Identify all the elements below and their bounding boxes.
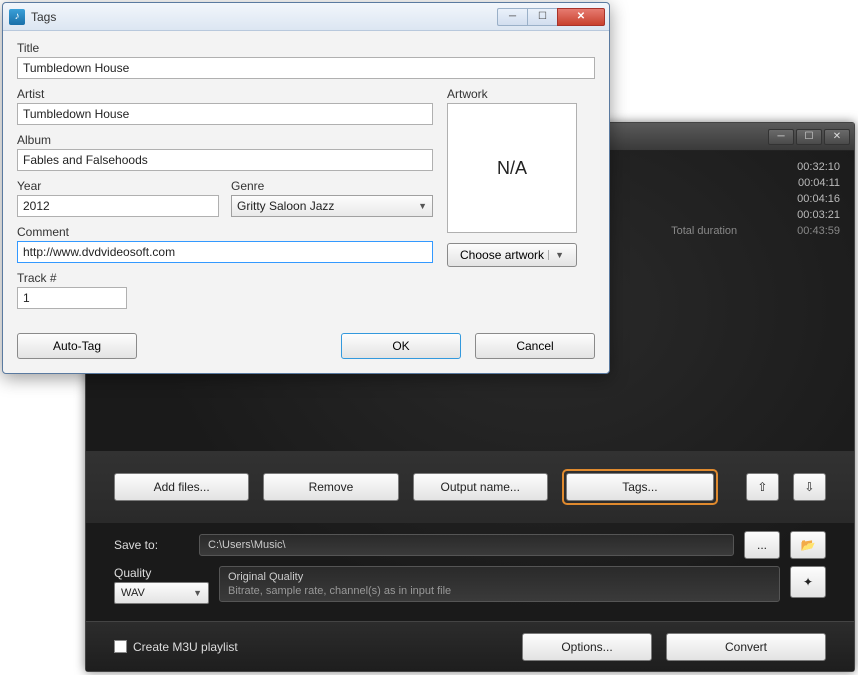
year-input[interactable] xyxy=(17,195,219,217)
wand-icon: ✦ xyxy=(803,575,813,589)
genre-label: Genre xyxy=(231,179,433,193)
main-maximize-button[interactable]: ☐ xyxy=(796,129,822,145)
browse-button[interactable]: ... xyxy=(744,531,780,559)
quality-row: Quality WAV ▼ Original Quality Bitrate, … xyxy=(114,566,826,604)
album-label: Album xyxy=(17,133,433,147)
artwork-preview: N/A xyxy=(447,103,577,233)
quality-description[interactable]: Original Quality Bitrate, sample rate, c… xyxy=(219,566,780,602)
create-playlist-label: Create M3U playlist xyxy=(133,640,238,654)
save-to-label: Save to: xyxy=(114,538,189,552)
output-name-button[interactable]: Output name... xyxy=(413,473,548,501)
ok-button[interactable]: OK xyxy=(341,333,461,359)
add-files-button[interactable]: Add files... xyxy=(114,473,249,501)
title-label: Title xyxy=(17,41,595,55)
quality-format-value: WAV xyxy=(121,587,145,599)
choose-artwork-label: Choose artwork xyxy=(460,248,544,262)
create-playlist-checkbox[interactable]: Create M3U playlist xyxy=(114,640,508,654)
genre-select[interactable]: Gritty Saloon Jazz ▼ xyxy=(231,195,433,217)
artist-input[interactable] xyxy=(17,103,433,125)
track-label: Track # xyxy=(17,271,433,285)
track-duration: 00:04:11 xyxy=(671,175,840,191)
track-duration: 00:04:16 xyxy=(671,191,840,207)
remove-button[interactable]: Remove xyxy=(263,473,398,501)
track-duration: 00:03:21 xyxy=(671,207,840,223)
dialog-close-button[interactable]: ✕ xyxy=(557,8,605,26)
move-down-button[interactable]: ⇩ xyxy=(793,473,826,501)
quality-title: Original Quality xyxy=(228,570,771,584)
save-to-input[interactable]: C:\Users\Music\ xyxy=(199,534,734,556)
move-up-button[interactable]: ⇧ xyxy=(746,473,779,501)
track-input[interactable] xyxy=(17,287,127,309)
dialog-footer: Auto-Tag OK Cancel xyxy=(17,333,595,359)
choose-artwork-button[interactable]: Choose artwork ▼ xyxy=(447,243,577,267)
cancel-button[interactable]: Cancel xyxy=(475,333,595,359)
quality-label: Quality xyxy=(114,566,209,580)
main-minimize-button[interactable]: ─ xyxy=(768,129,794,145)
dialog-maximize-button[interactable]: ☐ xyxy=(527,8,557,26)
bottom-bar: Create M3U playlist Options... Convert xyxy=(86,621,854,671)
album-input[interactable] xyxy=(17,149,433,171)
checkbox-icon xyxy=(114,640,127,653)
chevron-down-icon: ▼ xyxy=(418,201,427,211)
options-button[interactable]: Options... xyxy=(522,633,652,661)
quality-subtext: Bitrate, sample rate, channel(s) as in i… xyxy=(228,584,771,598)
total-duration-label: Total duration xyxy=(671,223,737,239)
dialog-body: Title Artist Album Year xyxy=(3,31,609,373)
open-folder-button[interactable]: 📂 xyxy=(790,531,826,559)
app-icon: ♪ xyxy=(9,9,25,25)
chevron-down-icon: ▼ xyxy=(548,250,564,260)
main-close-button[interactable]: ✕ xyxy=(824,129,850,145)
dialog-title: Tags xyxy=(31,10,497,24)
dialog-minimize-button[interactable]: ─ xyxy=(497,8,527,26)
tags-button[interactable]: Tags... xyxy=(566,473,714,501)
main-toolbar: Add files... Remove Output name... Tags.… xyxy=(86,451,854,523)
save-to-row: Save to: C:\Users\Music\ ... 📂 xyxy=(114,531,826,559)
auto-tag-button[interactable]: Auto-Tag xyxy=(17,333,137,359)
artwork-label: Artwork xyxy=(447,87,595,101)
comment-input[interactable] xyxy=(17,241,433,263)
dialog-titlebar[interactable]: ♪ Tags ─ ☐ ✕ xyxy=(3,3,609,31)
title-input[interactable] xyxy=(17,57,595,79)
chevron-down-icon: ▼ xyxy=(193,588,202,598)
genre-value: Gritty Saloon Jazz xyxy=(237,199,334,213)
quality-format-select[interactable]: WAV ▼ xyxy=(114,582,209,604)
artist-label: Artist xyxy=(17,87,433,101)
open-folder-icon: 📂 xyxy=(801,538,816,552)
tags-dialog: ♪ Tags ─ ☐ ✕ Title Artist Album xyxy=(2,2,610,374)
total-duration-value: 00:43:59 xyxy=(797,225,840,237)
convert-button[interactable]: Convert xyxy=(666,633,826,661)
year-label: Year xyxy=(17,179,219,193)
duration-list: 00:32:10 00:04:11 00:04:16 00:03:21 Tota… xyxy=(671,159,840,239)
quality-settings-button[interactable]: ✦ xyxy=(790,566,826,598)
comment-label: Comment xyxy=(17,225,433,239)
track-duration: 00:32:10 xyxy=(671,159,840,175)
tags-button-highlight: Tags... xyxy=(562,469,718,505)
